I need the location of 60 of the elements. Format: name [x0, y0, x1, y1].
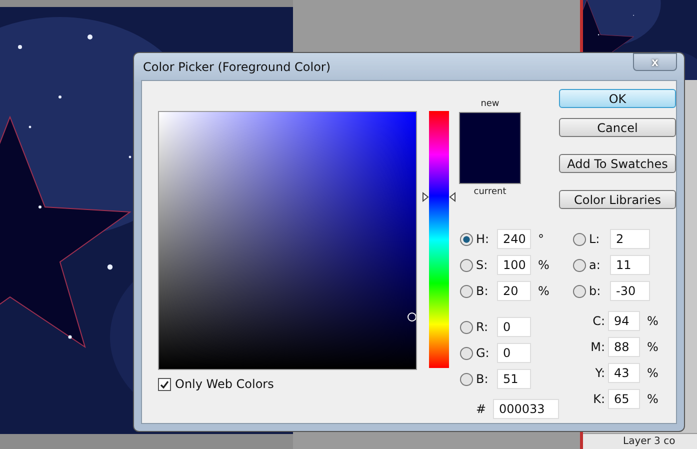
value-field[interactable]: 2	[610, 229, 650, 249]
unit-label: %	[647, 392, 658, 406]
layer-row[interactable]: Layer 3 co	[583, 433, 697, 449]
value-field[interactable]: 240	[497, 229, 531, 249]
unit-label: °	[538, 232, 544, 246]
hex-field[interactable]: 000033	[493, 399, 559, 419]
dialog-button[interactable]: Add To Swatches	[559, 154, 676, 173]
radio-button[interactable]	[460, 320, 473, 334]
unit-label: %	[647, 366, 658, 380]
field-label: R:	[476, 320, 490, 334]
value-field[interactable]: 88	[608, 337, 640, 357]
field-label: K:	[592, 392, 605, 406]
radio-button[interactable]	[460, 372, 473, 386]
radio-button[interactable]	[460, 346, 473, 360]
radio-button[interactable]	[460, 232, 473, 246]
value-field[interactable]: 65	[608, 389, 640, 409]
field-label: C:	[592, 314, 605, 328]
value-field[interactable]: -30	[610, 281, 650, 301]
check-icon	[159, 378, 170, 390]
color-field[interactable]	[158, 111, 417, 370]
hex-label: #	[474, 402, 486, 416]
new-label: new	[480, 99, 500, 109]
unit-label: %	[538, 284, 550, 298]
radio-button[interactable]	[573, 258, 586, 272]
layer-name: Layer 3 co	[623, 436, 676, 447]
dialog-button[interactable]: Cancel	[559, 118, 676, 137]
dialog-button[interactable]: Color Libraries	[559, 190, 676, 209]
value-field[interactable]: 0	[497, 317, 531, 337]
dialog-button[interactable]: OK	[559, 89, 676, 108]
field-label: b:	[589, 284, 602, 298]
field-label: L:	[589, 232, 601, 246]
value-field[interactable]: 20	[497, 281, 531, 301]
field-label: B:	[476, 372, 490, 386]
value-field[interactable]: 100	[497, 255, 531, 275]
color-marker[interactable]	[408, 312, 416, 322]
field-label: H:	[476, 232, 490, 246]
field-label: S:	[476, 258, 489, 272]
slider-handle[interactable]	[422, 192, 456, 202]
unit-label: %	[647, 340, 658, 354]
value-field[interactable]: 0	[497, 343, 531, 363]
field-label: G:	[476, 346, 490, 360]
field-label: B:	[476, 284, 490, 298]
unit-label: %	[538, 258, 550, 272]
value-field[interactable]: 43	[608, 363, 640, 383]
radio-button[interactable]	[460, 258, 473, 272]
radio-button[interactable]	[573, 232, 586, 246]
radio-button[interactable]	[460, 284, 473, 298]
color-swatch	[459, 112, 521, 184]
hue-slider[interactable]	[422, 111, 455, 368]
value-field[interactable]: 11	[610, 255, 650, 275]
value-field[interactable]: 94	[608, 311, 640, 331]
field-label: M:	[590, 340, 605, 354]
only-web-colors-checkbox[interactable]: Only Web Colors	[158, 377, 417, 391]
window-title: Color Picker (Foreground Color)	[142, 60, 331, 74]
current-label: current	[474, 187, 506, 197]
field-label: Y:	[594, 366, 605, 380]
value-field[interactable]: 51	[497, 369, 531, 389]
radio-button[interactable]	[573, 284, 586, 298]
field-label: a:	[589, 258, 602, 272]
unit-label: %	[647, 314, 658, 328]
